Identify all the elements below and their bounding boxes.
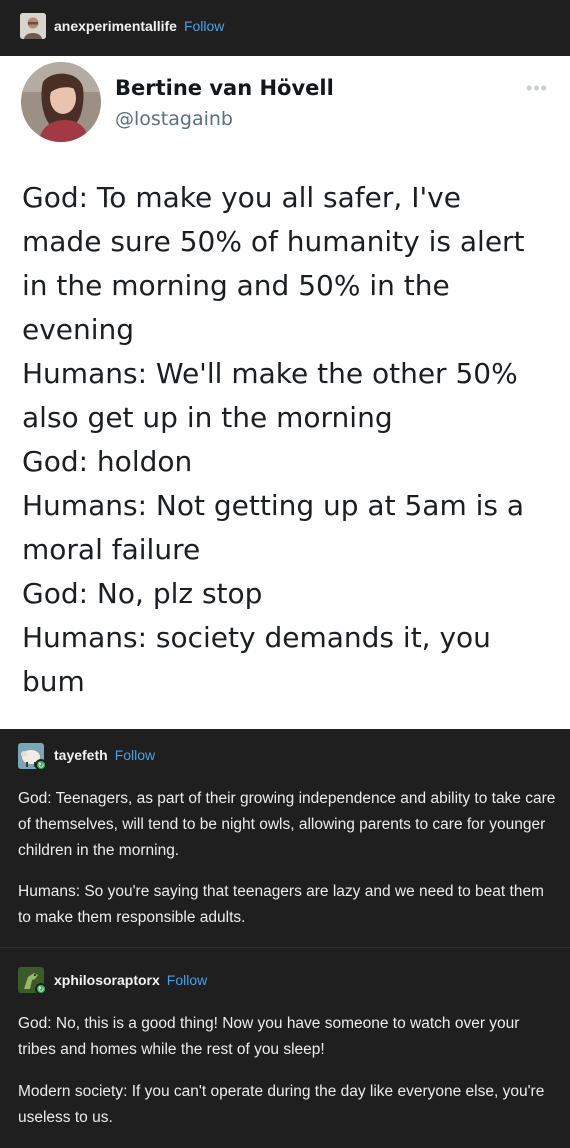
follow-button[interactable]: Follow xyxy=(184,18,224,34)
tweet-line: Humans: society demands it, you xyxy=(22,621,491,654)
tweet-line: God: holdon xyxy=(22,445,193,478)
user-avatar[interactable] xyxy=(20,13,46,39)
ellipsis-icon: ••• xyxy=(526,78,548,98)
tweet-author-handle: @lostagainb xyxy=(115,108,233,130)
tweet-line: in the morning and 50% in the xyxy=(22,269,450,302)
reply-paragraph: God: No, this is a good thing! Now you h… xyxy=(18,1015,520,1058)
tweet-line: Humans: Not getting up at 5am is a xyxy=(22,489,525,522)
reply-paragraph: Humans: So you're saying that teenagers … xyxy=(18,883,544,926)
tweet-line: God: No, plz stop xyxy=(22,577,263,610)
tweet-line: bum xyxy=(22,665,85,698)
reblog-comment: ↻ xphilosoraptorx Follow God: No, this i… xyxy=(0,948,570,1148)
avatar-portrait-icon xyxy=(20,13,46,39)
embedded-tweet: Bertine van Hövell @lostagainb ••• God: … xyxy=(0,56,570,729)
reblog-comment: ↻ tayefeth Follow God: Teenagers, as par… xyxy=(0,729,570,947)
post-header: anexperimentallife Follow xyxy=(0,0,570,56)
tweet-line: also get up in the morning xyxy=(22,401,393,434)
tweet-line: moral failure xyxy=(22,533,201,566)
reply-paragraph: God: Teenagers, as part of their growing… xyxy=(18,790,556,859)
tweet-author-avatar xyxy=(21,62,101,142)
tweet-author-name: Bertine van Hövell xyxy=(115,76,334,100)
tweet-text: God: To make you all safer, I've made su… xyxy=(22,176,552,704)
reply-paragraph: Modern society: If you can't operate dur… xyxy=(18,1083,545,1126)
reply-username[interactable]: xphilosoraptorx xyxy=(54,972,160,988)
tweet-line: Humans: We'll make the other 50% xyxy=(22,357,518,390)
follow-button[interactable]: Follow xyxy=(167,972,207,988)
follow-button[interactable]: Follow xyxy=(115,747,155,763)
tweet-line: God: To make you all safer, I've xyxy=(22,181,461,214)
tweet-line: made sure 50% of humanity is alert xyxy=(22,225,525,258)
reblog-badge-icon: ↻ xyxy=(35,759,47,771)
post-username[interactable]: anexperimentallife xyxy=(54,18,177,34)
author-photo-icon xyxy=(21,62,101,142)
reblog-badge-icon: ↻ xyxy=(35,983,47,995)
reply-username[interactable]: tayefeth xyxy=(54,747,108,763)
tweet-line: evening xyxy=(22,313,135,346)
